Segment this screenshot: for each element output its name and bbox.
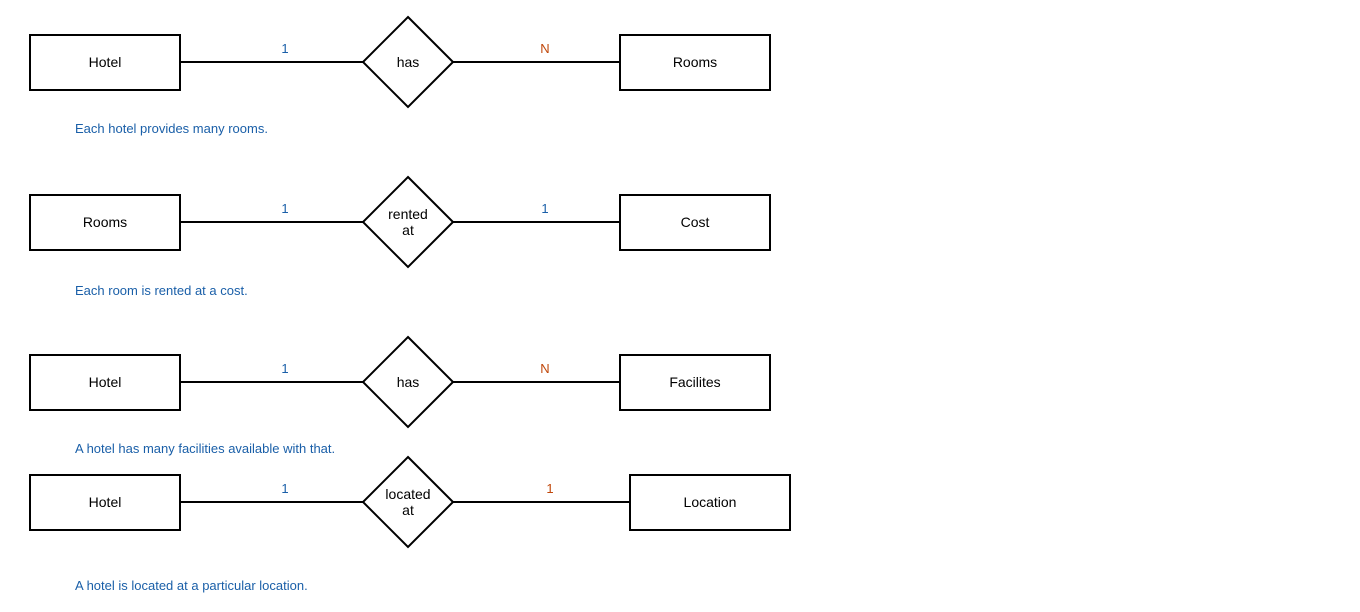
relation-located-at-label2: at: [402, 502, 414, 518]
entity-hotel-1-label: Hotel: [89, 54, 122, 70]
relation-located-at-label1: located: [385, 486, 430, 502]
caption-4: A hotel is located at a particular locat…: [75, 578, 308, 593]
caption-1: Each hotel provides many rooms.: [75, 121, 268, 136]
card-1-n: N: [540, 41, 549, 56]
relation-rented-at-label1: rented: [388, 206, 428, 222]
entity-rooms-1-label: Rooms: [673, 54, 717, 70]
entity-rooms-2-label: Rooms: [83, 214, 127, 230]
card-4-1r: 1: [546, 481, 553, 496]
entity-location-label: Location: [684, 494, 737, 510]
relation-rented-at-label2: at: [402, 222, 414, 238]
diagram-area: Hotel has 1 N Rooms Each hotel provides …: [0, 0, 1360, 612]
caption-3: A hotel has many facilities available wi…: [75, 441, 335, 456]
entity-cost-label: Cost: [681, 214, 710, 230]
card-2-1l: 1: [281, 201, 288, 216]
card-4-1l: 1: [281, 481, 288, 496]
card-3-n: N: [540, 361, 549, 376]
entity-hotel-4-label: Hotel: [89, 494, 122, 510]
entity-facilites-label: Facilites: [669, 374, 720, 390]
relation-has-3-label: has: [397, 374, 420, 390]
relation-has-1-label: has: [397, 54, 420, 70]
card-3-1: 1: [281, 361, 288, 376]
er-diagram-svg: Hotel has 1 N Rooms Each hotel provides …: [0, 0, 1360, 612]
entity-hotel-3-label: Hotel: [89, 374, 122, 390]
card-1-1: 1: [281, 41, 288, 56]
card-2-1r: 1: [541, 201, 548, 216]
caption-2: Each room is rented at a cost.: [75, 283, 248, 298]
